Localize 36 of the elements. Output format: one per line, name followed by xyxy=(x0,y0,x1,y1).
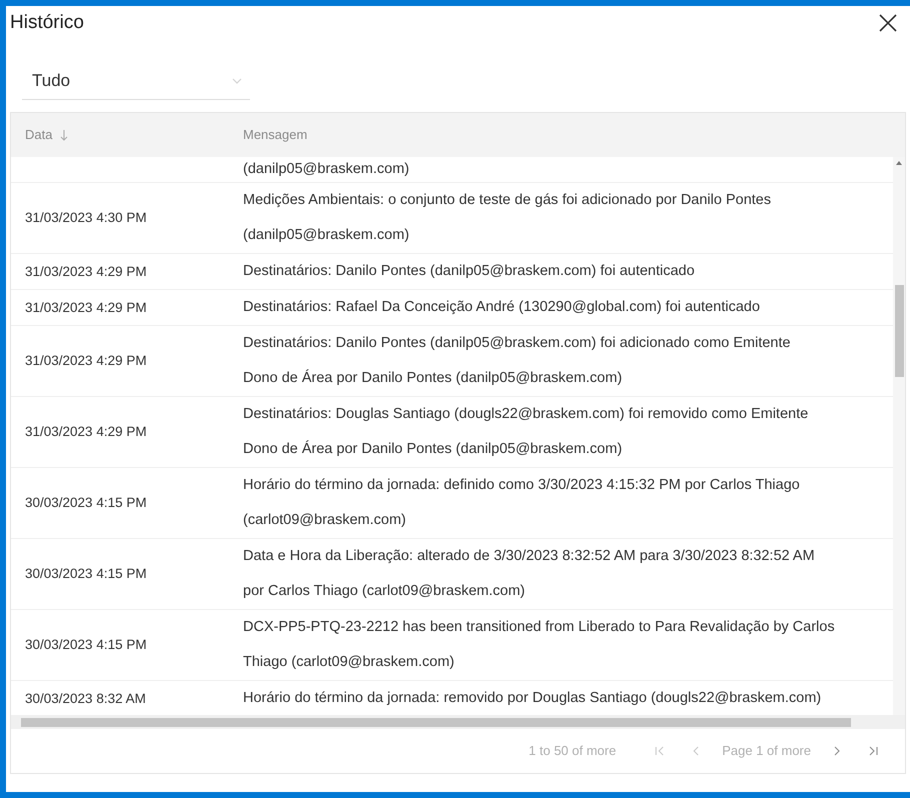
message-cell-text: Destinatários: Danilo Pontes (danilp05@braskem.com) foi autenticado xyxy=(243,262,696,281)
message-cell-text: Destinatários: Rafael Da Conceição André (130290@global.com) foi autenticado xyxy=(243,298,761,317)
column-header[interactable]: Mensagem xyxy=(243,113,905,157)
message-cell-text: (danilp05@braskem.com) xyxy=(243,160,410,179)
vertical-scrollbar[interactable] xyxy=(893,157,905,715)
message-cell-text: Destinatários: Danilo Pontes (danilp05@braskem.com) foi adicionado como Emitente Dono de Área por Danilo Pontes (danilp05@braskem.com) xyxy=(243,334,792,388)
chevron-icon xyxy=(232,76,242,84)
message-cell-text: Horário do término da jornada: definido como 3/30/2023 4:15:32 PM por Carlos Thiago (carlot09@braskem.com) xyxy=(243,476,801,530)
horizontal-scrollbar[interactable] xyxy=(11,715,905,729)
scrollbar-thumb[interactable] xyxy=(21,718,851,726)
message-cell-text: Data e Hora da Liberação: alterado de 3/30/2023 8:32:52 AM para 3/30/2023 8:32:52 AM por Carlos Thiago (carlot09@braskem.com) xyxy=(243,547,816,601)
date-cell: 31/03/2023 4:30 PM xyxy=(25,210,147,225)
filter-dropdown[interactable]: Tudo xyxy=(22,62,250,100)
sort-down-icon xyxy=(60,130,68,140)
first-page-icon xyxy=(654,746,666,756)
scrollbar-thumb[interactable] xyxy=(894,285,904,377)
chevron-right-icon xyxy=(833,746,841,756)
message-cell-text: Destinatários: Douglas Santiago (dougls22@braskem.com) foi removido como Emitente Dono de Área por Danilo Pontes (danilp05@braskem.com) xyxy=(243,405,810,459)
column-header[interactable]: Data xyxy=(11,113,243,157)
last-page-icon xyxy=(867,746,879,756)
message-cell-text: Horário do término da jornada: removido por Douglas Santiago (dougls22@braskem.com) xyxy=(243,689,822,708)
date-cell: 31/03/2023 4:29 PM xyxy=(25,264,147,278)
pager-summary: 1 to 50 of more xyxy=(528,742,616,760)
scroll-up-icon[interactable] xyxy=(896,161,902,165)
date-cell: 30/03/2023 4:15 PM xyxy=(25,495,147,510)
chevron-left-icon xyxy=(692,746,700,756)
date-cell: 30/03/2023 4:15 PM xyxy=(25,637,147,652)
date-cell: 31/03/2023 4:29 PM xyxy=(25,353,147,368)
date-cell: 31/03/2023 4:29 PM xyxy=(25,300,147,314)
message-cell-text: DCX-PP5-PTQ-23-2212 has been transitioned from Liberado to Para Revalidação by Carlos Thiago (carlot09@braskem.com) xyxy=(243,618,836,672)
date-cell: 31/03/2023 4:29 PM xyxy=(25,424,147,439)
message-cell-text: Medições Ambientais: o conjunto de teste de gás foi adicionado por Danilo Pontes (danilp05@braskem.com) xyxy=(243,191,772,245)
date-cell: 30/03/2023 4:15 PM xyxy=(25,566,147,581)
date-cell: 30/03/2023 8:32 AM xyxy=(25,690,146,706)
page-indicator: Page 1 of more xyxy=(722,742,811,760)
dialog-title: Histórico xyxy=(10,10,84,35)
